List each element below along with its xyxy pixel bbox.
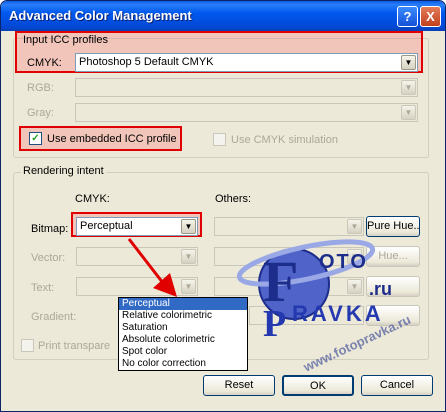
dropdown-option[interactable]: Perceptual bbox=[119, 298, 247, 310]
vector-intent-select[interactable]: ▼ bbox=[76, 247, 198, 266]
chevron-down-icon: ▼ bbox=[181, 279, 196, 294]
others-column-label: Others: bbox=[215, 193, 252, 205]
dropdown-option[interactable]: No color correction bbox=[119, 358, 247, 370]
vector-label: Vector: bbox=[31, 252, 66, 264]
rgb-label: RGB: bbox=[27, 82, 54, 94]
window-title: Advanced Color Management bbox=[9, 8, 192, 23]
use-cmyk-simulation-checkbox[interactable] bbox=[213, 133, 226, 146]
gradient-label: Gradient: bbox=[31, 311, 77, 323]
cmyk-label: CMYK: bbox=[27, 57, 62, 69]
watermark-line1: OTO bbox=[319, 251, 368, 273]
watermark-suffix: .ru bbox=[369, 279, 393, 299]
use-embedded-checkbox[interactable]: ✓ bbox=[29, 132, 42, 145]
gray-label: Gray: bbox=[27, 107, 54, 119]
close-button[interactable]: X bbox=[420, 6, 441, 27]
chevron-down-icon: ▼ bbox=[347, 279, 362, 294]
bitmap-pure-hue-button[interactable]: Pure Hue... bbox=[366, 216, 420, 237]
cmyk-profile-value: Photoshop 5 Default CMYK bbox=[79, 56, 214, 68]
chevron-down-icon: ▼ bbox=[401, 80, 416, 95]
bitmap-intent-dropdown-list[interactable]: Perceptual Relative colorimetric Saturatio… bbox=[118, 297, 248, 371]
gray-profile-select[interactable]: ▼ bbox=[75, 103, 418, 122]
bitmap-others-select[interactable]: ▼ bbox=[214, 217, 364, 236]
dropdown-option[interactable]: Spot color bbox=[119, 346, 247, 358]
title-bar: Advanced Color Management ? X bbox=[1, 1, 445, 31]
chevron-down-icon: ▼ bbox=[401, 105, 416, 120]
ok-button[interactable]: OK bbox=[282, 375, 354, 396]
text-others-select[interactable]: ▼ bbox=[214, 277, 364, 296]
chevron-down-icon: ▼ bbox=[181, 219, 196, 234]
bitmap-intent-value: Perceptual bbox=[80, 220, 133, 232]
vector-pure-hue-button[interactable]: Hue... bbox=[366, 246, 420, 267]
reset-button[interactable]: Reset bbox=[203, 375, 275, 396]
cancel-button[interactable]: Cancel bbox=[361, 375, 433, 396]
input-icc-group-label: Input ICC profiles bbox=[23, 34, 108, 46]
bitmap-intent-select[interactable]: Perceptual ▼ bbox=[76, 217, 198, 236]
dropdown-option[interactable]: Saturation bbox=[119, 322, 247, 334]
watermark-line2: RAVKA bbox=[292, 301, 384, 326]
text-label: Text: bbox=[31, 282, 55, 294]
help-button[interactable]: ? bbox=[397, 6, 418, 27]
chevron-down-icon: ▼ bbox=[181, 249, 196, 264]
chevron-down-icon: ▼ bbox=[347, 219, 362, 234]
cmyk-column-label: CMYK: bbox=[75, 193, 110, 205]
rendering-intent-group-label: Rendering intent bbox=[21, 165, 106, 177]
bitmap-label: Bitmap: bbox=[31, 223, 69, 235]
use-cmyk-simulation-label: Use CMYK simulation bbox=[231, 134, 338, 146]
cmyk-profile-select[interactable]: Photoshop 5 Default CMYK ▼ bbox=[75, 53, 418, 72]
print-transparent-checkbox[interactable] bbox=[21, 339, 34, 352]
dropdown-option[interactable]: Relative colorimetric bbox=[119, 310, 247, 322]
dropdown-option[interactable]: Absolute colorimetric bbox=[119, 334, 247, 346]
advanced-color-management-dialog: Advanced Color Management ? X Input ICC … bbox=[0, 0, 446, 412]
text-intent-select[interactable]: ▼ bbox=[76, 277, 198, 296]
print-transparent-label: Print transpare bbox=[38, 340, 111, 352]
use-embedded-label: Use embedded ICC profile bbox=[47, 133, 177, 145]
checkmark-icon: ✓ bbox=[31, 133, 40, 144]
chevron-down-icon: ▼ bbox=[401, 55, 416, 70]
rgb-profile-select[interactable]: ▼ bbox=[75, 78, 418, 97]
